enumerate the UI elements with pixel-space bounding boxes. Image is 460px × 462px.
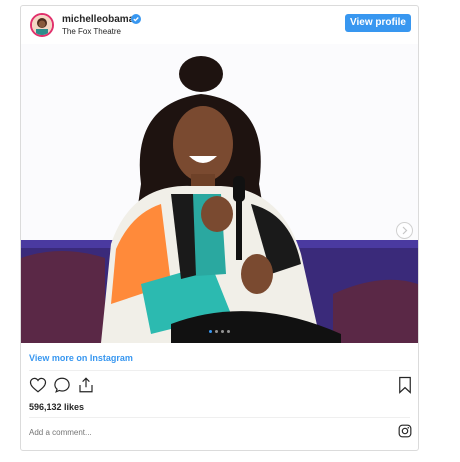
carousel-dot bbox=[215, 330, 218, 333]
comment-bubble-icon[interactable] bbox=[53, 376, 71, 394]
view-more-link[interactable]: View more on Instagram bbox=[29, 353, 133, 363]
bookmark-icon[interactable] bbox=[397, 376, 413, 394]
divider bbox=[29, 417, 410, 418]
action-bar bbox=[21, 376, 418, 398]
carousel-indicator bbox=[209, 330, 230, 333]
username[interactable]: michelleobama bbox=[62, 14, 134, 25]
verified-badge-icon bbox=[131, 14, 141, 24]
post-photo[interactable] bbox=[21, 44, 418, 343]
view-profile-button[interactable]: View profile bbox=[345, 14, 411, 32]
avatar[interactable] bbox=[30, 13, 54, 37]
heart-icon[interactable] bbox=[29, 376, 47, 394]
carousel-dot bbox=[227, 330, 230, 333]
share-icon[interactable] bbox=[77, 376, 95, 394]
chevron-right-icon bbox=[402, 226, 408, 235]
instagram-logo-icon[interactable] bbox=[398, 424, 412, 438]
location-link[interactable]: The Fox Theatre bbox=[62, 27, 121, 36]
divider bbox=[29, 370, 410, 371]
avatar-image bbox=[32, 15, 52, 35]
likes-count[interactable]: 596,132 likes bbox=[29, 402, 84, 412]
comment-input[interactable] bbox=[29, 424, 369, 440]
carousel-next-button[interactable] bbox=[396, 222, 413, 239]
photo-illustration bbox=[21, 44, 418, 343]
carousel-dot bbox=[209, 330, 212, 333]
carousel-dot bbox=[221, 330, 224, 333]
post-header: michelleobama The Fox Theatre View profi… bbox=[21, 6, 418, 46]
instagram-embed-card: michelleobama The Fox Theatre View profi… bbox=[20, 5, 419, 451]
